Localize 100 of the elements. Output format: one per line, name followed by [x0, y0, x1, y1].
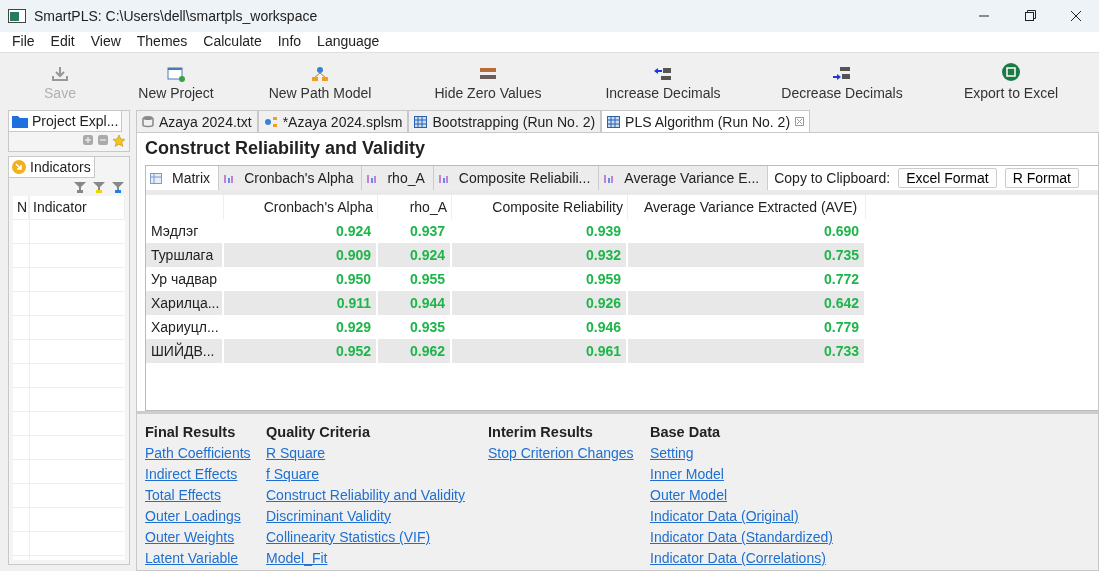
table-cell: 0.733 [628, 339, 866, 363]
result-link[interactable]: Discriminant Validity [266, 507, 488, 524]
toolbar-button[interactable]: New Path Model [232, 66, 408, 101]
result-link[interactable]: Latent Variable [145, 549, 266, 566]
table-cell: 0.926 [452, 291, 628, 315]
filter-icon[interactable] [111, 181, 125, 193]
bar-chart-icon [437, 172, 449, 184]
folder-icon [12, 114, 28, 128]
toolbar-button[interactable]: Increase Decimals [568, 66, 758, 101]
table-cell: 0.932 [452, 243, 628, 267]
table-cell: 0.952 [224, 339, 378, 363]
view-tab[interactable]: Cronbach's Alpha [219, 166, 363, 190]
view-tab[interactable]: Average Variance E... [599, 166, 769, 190]
result-link[interactable]: Indirect Effects [145, 465, 266, 482]
menu-item[interactable]: Language [309, 33, 388, 49]
section-heading: Quality Criteria [266, 423, 371, 440]
table-icon [150, 172, 162, 184]
view-tab[interactable]: Composite Reliabili... [433, 166, 600, 190]
tab-label: *Azaya 2024.splsm [282, 113, 403, 130]
toolbar-button[interactable]: Decrease Decimals [758, 66, 926, 101]
result-link[interactable]: Indicator Data (Original) [650, 507, 900, 524]
section-heading: Base Data [650, 423, 722, 440]
filter-icon[interactable] [92, 181, 106, 193]
diagram-icon [263, 115, 278, 128]
bar-chart-icon [603, 172, 615, 184]
menu-item[interactable]: Calculate [195, 33, 270, 49]
arrow-right-icon [832, 66, 852, 82]
view-tab[interactable]: rho_A [362, 166, 434, 190]
toolbar-button[interactable]: New Project [120, 66, 232, 101]
result-link[interactable]: R Square [266, 444, 488, 461]
column-header: N [13, 196, 29, 220]
tab-label: Matrix [172, 170, 211, 186]
section-heading: Interim Results [488, 423, 594, 440]
star-icon[interactable] [113, 135, 125, 147]
collapse-icon[interactable] [98, 135, 108, 145]
tab-label: PLS Algorithm (Run No. 2) [625, 113, 791, 130]
result-link[interactable]: Construct Reliability and Validity [266, 486, 488, 503]
row-header: Туршлага [146, 243, 224, 267]
column-header: Indicator [29, 196, 125, 220]
result-link[interactable]: Outer Model [650, 486, 900, 503]
table-cell: 0.909 [224, 243, 378, 267]
row-header: ШИЙДВ... [146, 339, 224, 363]
arrow-circle-icon [12, 160, 26, 174]
download-icon [51, 66, 69, 82]
toolbar-button[interactable]: Export to Excel [926, 62, 1096, 101]
window-icon [167, 66, 185, 82]
result-link[interactable]: Outer Loadings [145, 507, 266, 524]
panel-title: Project Expl... [32, 113, 119, 129]
table-cell: 0.944 [378, 291, 452, 315]
panel-tab[interactable]: Project Expl... [9, 111, 123, 132]
toolbar-button[interactable]: Hide Zero Values [408, 66, 568, 101]
format-button[interactable]: R Format [1004, 168, 1079, 188]
menu-item[interactable]: Themes [128, 33, 196, 49]
table-icon [414, 115, 428, 128]
arrow-left-icon [653, 66, 673, 82]
editor-tab[interactable]: *Azaya 2024.splsm [257, 110, 409, 132]
report-title: Construct Reliability and Validity [144, 137, 427, 160]
result-link[interactable]: Model_Fit [266, 549, 488, 566]
result-link[interactable]: Collinearity Statistics (VIF) [266, 528, 488, 545]
database-icon [142, 115, 154, 128]
result-link[interactable]: Indicator Data (Correlations) [650, 549, 900, 566]
tab-label: Cronbach's Alpha [244, 170, 354, 186]
clipboard-label: Copy to Clipboard: [774, 170, 891, 186]
menu-item[interactable]: View [82, 33, 129, 49]
panel-title: Indicators [30, 159, 91, 175]
table-cell: 0.735 [628, 243, 866, 267]
filter-icon[interactable] [73, 181, 87, 193]
menu-item[interactable]: Edit [42, 33, 83, 49]
menu-item[interactable]: File [4, 33, 43, 49]
result-link[interactable]: Inner Model [650, 465, 900, 482]
spreadsheet-icon [1001, 62, 1021, 82]
result-link[interactable]: Path Coefficients [145, 444, 266, 461]
bar-chart-icon [366, 172, 378, 184]
tab-label: Bootstrapping (Run No. 2) [432, 113, 596, 130]
table-cell: 0.962 [378, 339, 452, 363]
tab-label: Average Variance E... [624, 170, 760, 186]
table-cell: 0.642 [628, 291, 866, 315]
editor-tab[interactable]: Bootstrapping (Run No. 2) [408, 110, 602, 132]
table-cell: 0.924 [378, 243, 452, 267]
menu-item[interactable]: Info [269, 33, 310, 49]
result-link[interactable]: Setting [650, 444, 900, 461]
editor-tab[interactable]: Azaya 2024.txt [136, 110, 258, 132]
result-link[interactable]: f Square [266, 465, 488, 482]
panel-tab[interactable]: Indicators [9, 157, 95, 178]
result-link[interactable]: Stop Criterion Changes [488, 444, 650, 461]
result-link[interactable]: Indicator Data (Standardized) [650, 528, 900, 545]
result-link[interactable]: Total Effects [145, 486, 266, 503]
tab-label: Azaya 2024.txt [159, 113, 252, 130]
table-cell: 0.961 [452, 339, 628, 363]
format-button[interactable]: Excel Format [898, 168, 997, 188]
table-cell: 0.911 [224, 291, 378, 315]
diagram-icon [311, 66, 329, 82]
tab-label: rho_A [387, 170, 425, 186]
bar-chart-icon [223, 172, 235, 184]
table-icon [607, 115, 621, 128]
tab-label: Composite Reliabili... [458, 170, 591, 186]
row-header: Харилца... [146, 291, 224, 315]
expand-icon[interactable] [83, 135, 93, 145]
result-link[interactable]: Outer Weights [145, 528, 266, 545]
editor-tab[interactable]: PLS Algorithm (Run No. 2) [601, 110, 811, 132]
